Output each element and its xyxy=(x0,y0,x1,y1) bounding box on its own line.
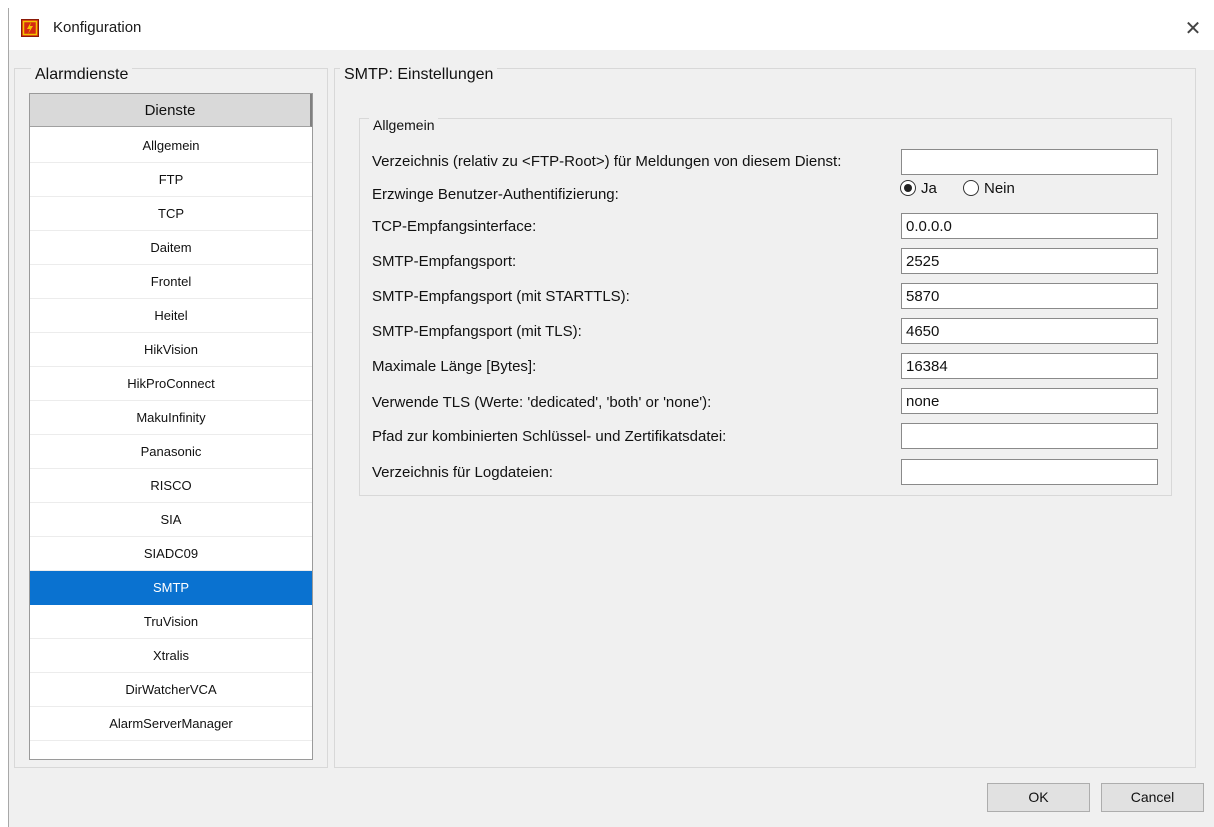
list-item-hikproconnect[interactable]: HikProConnect xyxy=(30,367,312,401)
close-icon[interactable]: ✕ xyxy=(1179,16,1207,42)
radio-selected-icon xyxy=(900,180,916,196)
radio-unselected-icon xyxy=(963,180,979,196)
services-list-items: Allgemein FTP TCP Daitem Frontel Heitel HikVis… xyxy=(30,129,312,741)
smtp-settings-group-title: SMTP: Einstellungen xyxy=(340,66,498,84)
smtp-port-label: SMTP-Empfangsport: xyxy=(372,253,517,270)
log-dir-field[interactable] xyxy=(901,459,1158,485)
list-item-siadc09[interactable]: SIADC09 xyxy=(30,537,312,571)
cancel-button[interactable]: Cancel xyxy=(1101,783,1204,812)
use-tls-label: Verwende TLS (Werte: 'dedicated', 'both'… xyxy=(372,394,712,411)
list-item-xtralis[interactable]: Xtralis xyxy=(30,639,312,673)
smtp-port-tls-label: SMTP-Empfangsport (mit TLS): xyxy=(372,323,582,340)
auth-no-label: Nein xyxy=(984,179,1015,197)
auth-yes-label: Ja xyxy=(921,179,937,197)
smtp-port-tls-field[interactable] xyxy=(901,318,1158,344)
directory-field[interactable] xyxy=(901,149,1158,175)
list-item-frontel[interactable]: Frontel xyxy=(30,265,312,299)
services-list-header[interactable]: Dienste xyxy=(30,94,312,127)
ok-button[interactable]: OK xyxy=(987,783,1090,812)
max-length-label: Maximale Länge [Bytes]: xyxy=(372,358,537,375)
auth-label: Erzwinge Benutzer-Authentifizierung: xyxy=(372,186,619,203)
log-dir-label: Verzeichnis für Logdateien: xyxy=(372,464,553,481)
list-item-sia[interactable]: SIA xyxy=(30,503,312,537)
services-list[interactable]: Dienste Allgemein FTP TCP Daitem Frontel Heit… xyxy=(29,93,313,760)
cert-path-label: Pfad zur kombinierten Schlüssel- und Zer… xyxy=(372,428,727,445)
use-tls-field[interactable] xyxy=(901,388,1158,414)
smtp-port-field[interactable] xyxy=(901,248,1158,274)
general-section-title: Allgemein xyxy=(369,117,439,133)
list-item-daitem[interactable]: Daitem xyxy=(30,231,312,265)
window-title: Konfiguration xyxy=(53,19,142,36)
tcp-interface-field[interactable] xyxy=(901,213,1158,239)
title-bar: Konfiguration ✕ xyxy=(9,8,1214,50)
app-icon xyxy=(21,19,39,37)
list-item-hikvision[interactable]: HikVision xyxy=(30,333,312,367)
tcp-interface-label: TCP-Empfangsinterface: xyxy=(372,218,537,235)
list-item-truvision[interactable]: TruVision xyxy=(30,605,312,639)
auth-yes-radio[interactable]: Ja xyxy=(900,178,937,198)
cert-path-field[interactable] xyxy=(901,423,1158,449)
smtp-port-starttls-field[interactable] xyxy=(901,283,1158,309)
directory-label: Verzeichnis (relativ zu <FTP-Root>) für … xyxy=(372,153,842,170)
list-item-panasonic[interactable]: Panasonic xyxy=(30,435,312,469)
max-length-field[interactable] xyxy=(901,353,1158,379)
list-item-heitel[interactable]: Heitel xyxy=(30,299,312,333)
alarm-services-group-title: Alarmdienste xyxy=(31,66,133,84)
auth-no-radio[interactable]: Nein xyxy=(963,178,1015,198)
list-item-alarmservermanager[interactable]: AlarmServerManager xyxy=(30,707,312,741)
list-item-allgemein[interactable]: Allgemein xyxy=(30,129,312,163)
list-item-ftp[interactable]: FTP xyxy=(30,163,312,197)
smtp-port-starttls-label: SMTP-Empfangsport (mit STARTTLS): xyxy=(372,288,630,305)
list-item-makuinfinity[interactable]: MakuInfinity xyxy=(30,401,312,435)
list-item-dirwatchervca[interactable]: DirWatcherVCA xyxy=(30,673,312,707)
list-item-smtp[interactable]: SMTP xyxy=(30,571,312,605)
list-item-tcp[interactable]: TCP xyxy=(30,197,312,231)
list-item-risco[interactable]: RISCO xyxy=(30,469,312,503)
